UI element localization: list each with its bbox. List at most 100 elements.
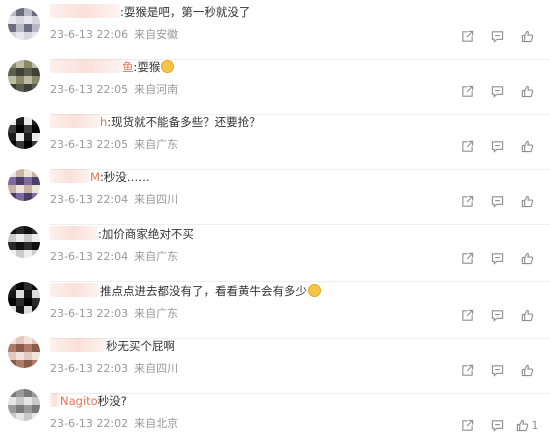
comment-text: 秒没? bbox=[97, 394, 127, 408]
comment-button[interactable] bbox=[482, 250, 512, 266]
comment-text: :现货就不能备多些？还要抢？ bbox=[107, 115, 261, 129]
comment-item: 推点点进去都没有了，看看黄牛会有多少 23-6-13 22:03 来自广东 bbox=[0, 282, 550, 339]
share-button[interactable] bbox=[452, 138, 482, 154]
comment-item: Nagito秒没? 23-6-13 22:02 来自北京 1 bbox=[0, 389, 550, 434]
comment-icon bbox=[491, 140, 504, 153]
avatar[interactable] bbox=[8, 60, 40, 92]
share-button[interactable] bbox=[452, 83, 482, 99]
username[interactable]: 鱼 bbox=[122, 60, 134, 74]
like-button[interactable]: 1 bbox=[512, 417, 542, 433]
comment-actions: 1 bbox=[452, 417, 542, 433]
comment-item: 鱼:耍猴 23-6-13 22:05 来自河南 bbox=[0, 58, 550, 115]
like-icon bbox=[521, 85, 534, 98]
comment-item: :耍猴是吧，第一秒就没了 23-6-13 22:06 来自安徽 bbox=[0, 3, 550, 60]
avatar[interactable] bbox=[8, 117, 40, 149]
username-blurred[interactable] bbox=[50, 338, 106, 352]
like-button[interactable] bbox=[512, 193, 542, 209]
username-blurred[interactable] bbox=[50, 169, 90, 183]
avatar[interactable] bbox=[8, 8, 40, 40]
username-blurred[interactable] bbox=[50, 59, 122, 73]
share-icon bbox=[461, 252, 474, 265]
location-source: 来自广东 bbox=[134, 307, 179, 320]
avatar[interactable] bbox=[8, 282, 40, 314]
comment-button[interactable] bbox=[482, 193, 512, 209]
comment-line: Nagito秒没? bbox=[50, 392, 127, 410]
share-button[interactable] bbox=[452, 250, 482, 266]
username[interactable]: M bbox=[90, 170, 100, 184]
comment-text: :加价商家绝对不买 bbox=[98, 227, 194, 241]
location-source: 来自广东 bbox=[134, 138, 179, 151]
comment-button[interactable] bbox=[482, 83, 512, 99]
comment-item: 秒无买个屁啊 23-6-13 22:03 来自四川 bbox=[0, 336, 550, 394]
comment-button[interactable] bbox=[482, 307, 512, 323]
share-button[interactable] bbox=[452, 193, 482, 209]
share-button[interactable] bbox=[452, 362, 482, 378]
avatar[interactable] bbox=[8, 389, 40, 421]
comment-icon bbox=[491, 252, 504, 265]
share-button[interactable] bbox=[452, 307, 482, 323]
share-icon bbox=[461, 85, 474, 98]
avatar[interactable] bbox=[8, 169, 40, 201]
like-button[interactable] bbox=[512, 28, 542, 44]
avatar[interactable] bbox=[8, 226, 40, 258]
comment-icon bbox=[491, 30, 504, 43]
username-blurred[interactable] bbox=[50, 226, 98, 240]
username-blurred[interactable] bbox=[50, 114, 100, 128]
share-icon bbox=[461, 140, 474, 153]
comment-meta: 23-6-13 22:04 来自广东 bbox=[50, 249, 178, 265]
like-button[interactable] bbox=[512, 83, 542, 99]
like-icon bbox=[516, 419, 529, 432]
location-source: 来自河南 bbox=[134, 83, 179, 96]
like-icon bbox=[521, 140, 534, 153]
username-blurred[interactable] bbox=[50, 4, 120, 18]
timestamp: 23-6-13 22:02 bbox=[50, 417, 129, 430]
like-button[interactable] bbox=[512, 138, 542, 154]
location-source: 来自安徽 bbox=[134, 28, 179, 41]
location-source: 来自四川 bbox=[134, 193, 179, 206]
avatar[interactable] bbox=[8, 336, 40, 368]
comment-button[interactable] bbox=[482, 138, 512, 154]
username[interactable]: Nagito bbox=[60, 394, 98, 408]
share-icon bbox=[461, 419, 474, 432]
like-button[interactable] bbox=[512, 307, 542, 323]
comment-line: :耍猴是吧，第一秒就没了 bbox=[50, 3, 250, 21]
username-blurred[interactable] bbox=[50, 393, 60, 407]
comment-icon bbox=[491, 85, 504, 98]
comment-button[interactable] bbox=[482, 417, 512, 433]
comment-item: M:秒没…… 23-6-13 22:04 来自四川 bbox=[0, 168, 550, 225]
timestamp: 23-6-13 22:03 bbox=[50, 362, 129, 375]
comment-actions bbox=[452, 138, 542, 154]
comment-meta: 23-6-13 22:05 来自河南 bbox=[50, 82, 178, 98]
username-blurred[interactable] bbox=[50, 283, 100, 297]
comment-actions bbox=[452, 362, 542, 378]
like-count: 1 bbox=[531, 418, 539, 432]
comment-actions bbox=[452, 307, 542, 323]
share-icon bbox=[461, 309, 474, 322]
comment-line: :加价商家绝对不买 bbox=[50, 225, 194, 243]
share-button[interactable] bbox=[452, 28, 482, 44]
comment-icon bbox=[491, 195, 504, 208]
comment-actions bbox=[452, 83, 542, 99]
like-button[interactable] bbox=[512, 362, 542, 378]
timestamp: 23-6-13 22:05 bbox=[50, 138, 129, 151]
comment-button[interactable] bbox=[482, 28, 512, 44]
emoji-icon bbox=[161, 60, 175, 73]
emoji-icon bbox=[308, 284, 321, 297]
comment-item: h:现货就不能备多些？还要抢？ 23-6-13 22:05 来自广东 bbox=[0, 113, 550, 170]
comment-button[interactable] bbox=[482, 362, 512, 378]
share-button[interactable] bbox=[452, 417, 482, 433]
timestamp: 23-6-13 22:05 bbox=[50, 83, 129, 96]
comment-item: :加价商家绝对不买 23-6-13 22:04 来自广东 bbox=[0, 225, 550, 282]
comment-icon bbox=[491, 364, 504, 377]
like-icon bbox=[521, 30, 534, 43]
timestamp: 23-6-13 22:04 bbox=[50, 250, 129, 263]
like-button[interactable] bbox=[512, 250, 542, 266]
comment-meta: 23-6-13 22:05 来自广东 bbox=[50, 137, 178, 153]
location-source: 来自北京 bbox=[134, 417, 179, 430]
share-icon bbox=[461, 364, 474, 377]
comment-icon bbox=[491, 419, 504, 432]
location-source: 来自四川 bbox=[134, 362, 179, 375]
comment-line: M:秒没…… bbox=[50, 168, 150, 186]
comment-text: :秒没…… bbox=[99, 170, 150, 184]
comment-meta: 23-6-13 22:02 来自北京 bbox=[50, 416, 178, 432]
